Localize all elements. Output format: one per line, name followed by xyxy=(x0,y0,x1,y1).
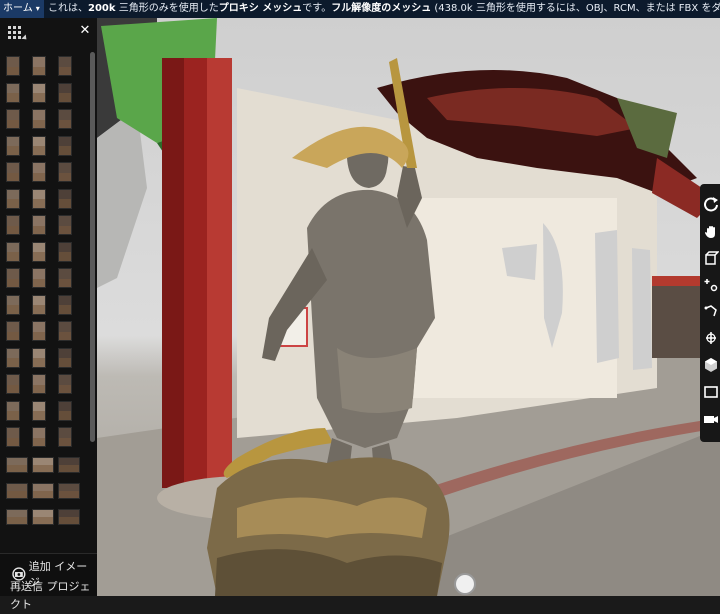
3d-viewport[interactable] xyxy=(97,18,720,596)
image-thumbnail[interactable] xyxy=(58,482,80,499)
notice-text: これは、200k 三角形のみを使用したプロキシ メッシュです。フル解像度のメッシ… xyxy=(48,0,720,18)
image-thumbnail[interactable] xyxy=(6,162,20,182)
image-thumbnail[interactable] xyxy=(58,374,72,394)
image-thumbnail[interactable] xyxy=(32,215,46,235)
image-thumbnail[interactable] xyxy=(58,241,72,262)
frame-icon[interactable] xyxy=(703,384,719,400)
thumbnail-scrollbar[interactable] xyxy=(90,52,95,442)
notice-pre: これは、 xyxy=(48,3,88,14)
image-thumbnail[interactable] xyxy=(58,321,72,341)
image-thumbnail[interactable] xyxy=(58,456,80,473)
rotate-icon[interactable] xyxy=(703,196,719,212)
image-thumbnail[interactable] xyxy=(32,427,46,447)
image-thumbnail[interactable] xyxy=(6,241,20,262)
viewer-tool-rail xyxy=(700,184,720,442)
image-thumbnail[interactable] xyxy=(58,162,72,182)
image-thumbnail[interactable] xyxy=(32,82,46,103)
camera-icon[interactable] xyxy=(703,411,719,427)
image-thumbnail[interactable] xyxy=(6,374,20,394)
image-thumbnail[interactable] xyxy=(32,400,46,421)
image-thumbnail[interactable] xyxy=(58,400,72,421)
orbit-icon[interactable] xyxy=(703,330,719,346)
images-panel: ✕ 追加 イメージ 再送信 プロジェクト xyxy=(0,18,97,611)
grid-view-caret-icon xyxy=(21,34,29,42)
image-thumbnail[interactable] xyxy=(6,82,20,103)
proxy-mesh-notice-bar: ホーム ▾ これは、200k 三角形のみを使用したプロキシ メッシュです。フル解… xyxy=(0,0,720,18)
notice-count: 200k xyxy=(88,3,116,14)
image-thumbnail[interactable] xyxy=(6,268,20,288)
notice-post: (438.0k 三角形を使用するには、OBJ、RCM、または FBX をダウンロ… xyxy=(434,3,720,14)
notice-mid: 三角形のみを使用した xyxy=(115,3,219,14)
image-thumbnail[interactable] xyxy=(32,456,54,473)
image-thumbnail[interactable] xyxy=(6,347,20,368)
solid-shading-icon[interactable] xyxy=(703,357,719,373)
image-thumbnail[interactable] xyxy=(32,268,46,288)
close-panel-button[interactable]: ✕ xyxy=(78,24,92,38)
image-thumbnail[interactable] xyxy=(58,188,72,209)
image-thumbnail[interactable] xyxy=(32,347,46,368)
image-thumbnail[interactable] xyxy=(58,135,72,156)
image-thumbnail[interactable] xyxy=(58,427,72,447)
image-thumbnail[interactable] xyxy=(32,162,46,182)
view-cube-icon[interactable] xyxy=(703,251,720,267)
image-thumbnail[interactable] xyxy=(32,374,46,394)
image-thumbnail[interactable] xyxy=(6,321,20,341)
image-thumbnail[interactable] xyxy=(6,427,20,447)
mesh-scene[interactable] xyxy=(97,18,720,596)
home-tab-label: ホーム xyxy=(3,3,33,14)
image-thumbnail[interactable] xyxy=(32,56,46,76)
image-thumbnail[interactable] xyxy=(6,508,28,525)
image-thumbnail[interactable] xyxy=(58,268,72,288)
image-thumbnail[interactable] xyxy=(58,82,72,103)
notice-proxy: プロキシ メッシュ xyxy=(218,3,303,14)
image-thumbnail[interactable] xyxy=(6,400,20,421)
image-thumbnail[interactable] xyxy=(6,109,20,129)
image-thumbnail[interactable] xyxy=(32,241,46,262)
add-point-icon[interactable] xyxy=(703,277,719,293)
image-thumbnail[interactable] xyxy=(58,508,80,525)
image-thumbnail[interactable] xyxy=(6,456,28,473)
image-thumbnail[interactable] xyxy=(32,482,54,499)
image-thumbnail[interactable] xyxy=(32,294,46,315)
image-thumbnail[interactable] xyxy=(6,482,28,499)
image-thumbnail[interactable] xyxy=(6,56,20,76)
image-thumbnail[interactable] xyxy=(6,188,20,209)
notice-mid2: です。 xyxy=(302,3,332,14)
grid-view-icon[interactable] xyxy=(8,26,29,42)
image-thumbnail[interactable] xyxy=(58,215,72,235)
image-thumbnail[interactable] xyxy=(32,135,46,156)
image-thumbnail[interactable] xyxy=(58,294,72,315)
image-thumbnail[interactable] xyxy=(6,215,20,235)
home-tab[interactable]: ホーム ▾ xyxy=(0,0,44,18)
image-thumbnail-grid xyxy=(6,56,88,556)
notice-full: フル解像度のメッシュ xyxy=(331,3,432,14)
chevron-down-icon: ▾ xyxy=(35,4,40,13)
image-thumbnail[interactable] xyxy=(58,56,72,76)
image-thumbnail[interactable] xyxy=(32,109,46,129)
image-thumbnail[interactable] xyxy=(6,135,20,156)
images-panel-header: ✕ xyxy=(0,18,97,52)
images-panel-footer: 追加 イメージ 再送信 プロジェクト xyxy=(0,553,97,611)
image-thumbnail[interactable] xyxy=(58,109,72,129)
measure-icon[interactable] xyxy=(703,304,719,320)
image-thumbnail[interactable] xyxy=(32,188,46,209)
image-thumbnail[interactable] xyxy=(58,347,72,368)
image-thumbnail[interactable] xyxy=(32,321,46,341)
reupload-project-button[interactable]: 再送信 プロジェクト xyxy=(0,578,97,611)
image-thumbnail[interactable] xyxy=(32,508,54,525)
image-thumbnail[interactable] xyxy=(6,294,20,315)
pan-hand-icon[interactable] xyxy=(703,224,719,240)
